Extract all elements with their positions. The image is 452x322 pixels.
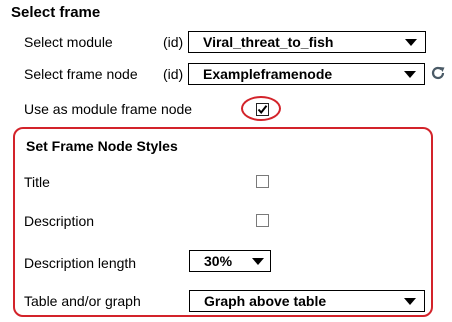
module-select[interactable]: Viral_threat_to_fish <box>188 31 426 53</box>
description-style-checkbox[interactable] <box>256 214 269 227</box>
title-style-checkbox[interactable] <box>256 175 269 188</box>
chevron-down-icon <box>404 71 416 78</box>
section-title: Select frame <box>11 4 101 21</box>
frame-node-select[interactable]: Exampleframenode <box>188 63 425 85</box>
module-select-value: Viral_threat_to_fish <box>203 34 334 50</box>
select-module-label: Select module <box>24 34 113 50</box>
chevron-down-icon <box>404 298 416 305</box>
description-length-value: 30% <box>204 253 233 269</box>
select-frame-node-label: Select frame node <box>24 66 138 82</box>
title-style-label: Title <box>24 174 50 190</box>
use-as-module-label: Use as module frame node <box>24 101 193 117</box>
description-style-label: Description <box>24 213 95 229</box>
frame-node-select-value: Exampleframenode <box>203 66 333 82</box>
highlight-ring <box>241 96 281 121</box>
chevron-down-icon <box>252 258 264 265</box>
table-graph-label: Table and/or graph <box>24 293 141 309</box>
description-length-select[interactable]: 30% <box>189 250 271 272</box>
refresh-icon[interactable] <box>430 65 446 81</box>
table-graph-value: Graph above table <box>204 293 327 309</box>
module-id-tag: (id) <box>163 34 184 50</box>
styles-panel-title: Set Frame Node Styles <box>26 138 178 154</box>
frame-node-id-tag: (id) <box>163 66 184 82</box>
table-graph-select[interactable]: Graph above table <box>189 290 425 312</box>
chevron-down-icon <box>405 39 417 46</box>
description-length-label: Description length <box>24 255 137 271</box>
